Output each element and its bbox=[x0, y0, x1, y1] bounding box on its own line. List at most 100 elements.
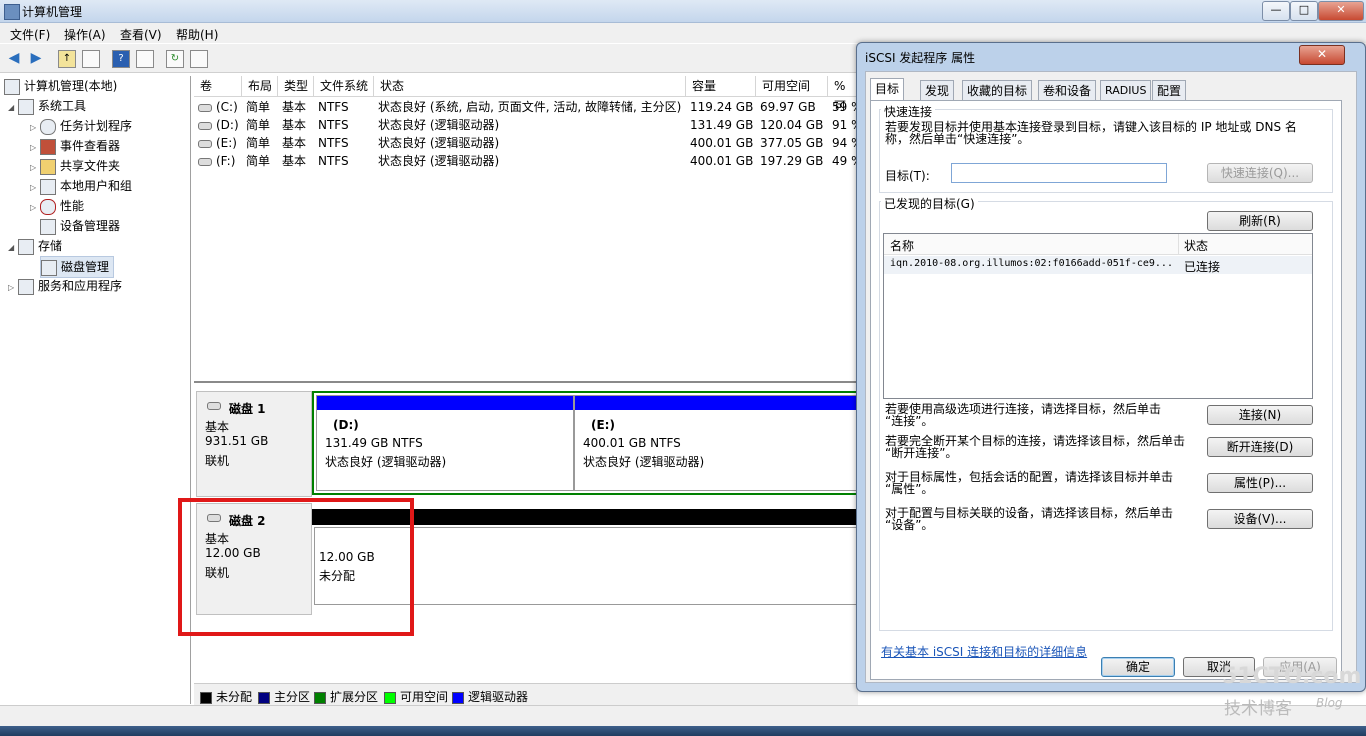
quick-connect-button[interactable]: 快速连接(Q)... bbox=[1207, 163, 1313, 183]
forward-arrow-icon[interactable]: ▶ bbox=[28, 50, 44, 66]
back-arrow-icon[interactable]: ◀ bbox=[6, 50, 22, 66]
close-button[interactable]: ✕ bbox=[1318, 1, 1364, 21]
column-header-name[interactable]: 名称 bbox=[890, 237, 914, 254]
status-cell: 状态良好 (逻辑驱动器) bbox=[378, 152, 686, 170]
menu-action[interactable]: 操作(A) bbox=[64, 26, 106, 43]
devices-button[interactable]: 设备(V)... bbox=[1207, 509, 1313, 529]
cell-text: 400.01 GB bbox=[690, 136, 754, 150]
column-header-percent-free[interactable]: % 可 bbox=[828, 76, 858, 113]
column-header-capacity[interactable]: 容量 bbox=[686, 76, 756, 96]
column-header-layout[interactable]: 布局 bbox=[242, 76, 278, 96]
tree-item-performance[interactable]: ▷ 性能 bbox=[30, 196, 84, 216]
tree-item-services[interactable]: ▷ 服务和应用程序 bbox=[8, 276, 122, 296]
volume-row[interactable]: (D:) 简单 基本 NTFS 状态良好 (逻辑驱动器) 131.49 GB 120.04 … bbox=[194, 116, 858, 134]
tree-item-storage[interactable]: ◢ 存储 bbox=[8, 236, 62, 256]
cell-text: 基本 bbox=[282, 100, 307, 114]
collapsed-arrow-icon[interactable]: ▷ bbox=[30, 158, 40, 178]
cell-text: 基本 bbox=[282, 154, 307, 168]
tree-label: 任务计划程序 bbox=[60, 119, 133, 133]
tree-item-device-manager[interactable]: 设备管理器 bbox=[40, 216, 120, 236]
dialog-close-button[interactable]: ✕ bbox=[1299, 45, 1345, 65]
cell-text: NTFS bbox=[318, 136, 349, 150]
column-header-type[interactable]: 类型 bbox=[278, 76, 314, 96]
filesystem-cell: NTFS bbox=[318, 152, 374, 170]
disk-icon bbox=[207, 402, 221, 410]
disk1-header[interactable]: 磁盘 1 基本 931.51 GB 联机 bbox=[196, 391, 312, 497]
type-cell: 基本 bbox=[282, 152, 314, 170]
expanded-arrow-icon[interactable]: ◢ bbox=[8, 238, 18, 258]
tree-item-local-users[interactable]: ▷ 本地用户和组 bbox=[30, 176, 132, 196]
cell-text: 简单 bbox=[246, 136, 271, 150]
tools-icon bbox=[18, 98, 34, 115]
tab-favorite-targets[interactable]: 收藏的目标 bbox=[962, 80, 1033, 101]
iscsi-properties-dialog: iSCSI 发起程序 属性 ✕ 目标 发现 收藏的目标 卷和设备 RADIUS … bbox=[856, 42, 1366, 692]
tree-item-root[interactable]: 计算机管理(本地) bbox=[4, 76, 117, 96]
target-input[interactable] bbox=[951, 163, 1167, 183]
menu-help[interactable]: 帮助(H) bbox=[176, 26, 218, 43]
tree-item-shared-folders[interactable]: ▷ 共享文件夹 bbox=[30, 156, 120, 176]
refresh-icon[interactable]: ↻ bbox=[166, 50, 184, 68]
tree-label: 事件查看器 bbox=[60, 139, 121, 153]
connect-button[interactable]: 连接(N) bbox=[1207, 405, 1313, 425]
legend-label: 可用空间 bbox=[400, 690, 449, 704]
minimize-button[interactable]: — bbox=[1262, 1, 1290, 21]
cell-text: NTFS bbox=[318, 154, 349, 168]
tree-item-system-tools[interactable]: ◢ 系统工具 bbox=[8, 96, 86, 116]
properties-icon[interactable] bbox=[136, 50, 154, 68]
volume-row[interactable]: (C:) 简单 基本 NTFS 状态良好 (系统, 启动, 页面文件, 活动, 故障转储… bbox=[194, 98, 858, 116]
logical-drive-bar bbox=[317, 396, 573, 410]
refresh-button[interactable]: 刷新(R) bbox=[1207, 211, 1313, 231]
partition-d-label: (D:) bbox=[333, 418, 359, 432]
column-header-filesystem[interactable]: 文件系统 bbox=[314, 76, 374, 96]
menu-file[interactable]: 文件(F) bbox=[10, 26, 50, 43]
tree-item-disk-management[interactable]: 磁盘管理 bbox=[40, 256, 115, 278]
column-header-status[interactable]: 状态 bbox=[1184, 237, 1208, 254]
show-hide-tree-icon[interactable] bbox=[82, 50, 100, 68]
help-icon[interactable]: ? bbox=[112, 50, 130, 68]
expanded-arrow-icon[interactable]: ◢ bbox=[8, 98, 18, 118]
volume-row[interactable]: (E:) 简单 基本 NTFS 状态良好 (逻辑驱动器) 400.01 GB 377.05 … bbox=[194, 134, 858, 152]
menu-bar: 文件(F) 操作(A) 查看(V) 帮助(H) bbox=[0, 23, 1366, 43]
tab-volumes-devices[interactable]: 卷和设备 bbox=[1038, 80, 1097, 101]
logical-drive-bar bbox=[575, 396, 863, 410]
cell-text: 131.49 GB bbox=[690, 118, 754, 132]
column-header-free[interactable]: 可用空间 bbox=[756, 76, 828, 96]
column-header-status[interactable]: 状态 bbox=[374, 76, 686, 96]
target-row[interactable]: iqn.2010-08.org.illumos:02:f0166add-051f… bbox=[884, 256, 1312, 274]
cell-text: (E:) bbox=[216, 136, 237, 150]
legend-label: 主分区 bbox=[274, 690, 311, 704]
volume-row[interactable]: (F:) 简单 基本 NTFS 状态良好 (逻辑驱动器) 400.01 GB 197.29 … bbox=[194, 152, 858, 170]
tree-item-event-viewer[interactable]: ▷ 事件查看器 bbox=[30, 136, 120, 156]
tree-label: 计算机管理(本地) bbox=[24, 79, 118, 93]
up-folder-icon[interactable]: ↑ bbox=[58, 50, 76, 68]
tab-radius[interactable]: RADIUS bbox=[1100, 80, 1152, 101]
ok-button[interactable]: 确定 bbox=[1101, 657, 1175, 677]
partition-e[interactable]: (E:) 400.01 GB NTFS 状态良好 (逻辑驱动器) bbox=[574, 395, 863, 491]
collapsed-arrow-icon[interactable]: ▷ bbox=[8, 278, 18, 298]
collapsed-arrow-icon[interactable]: ▷ bbox=[30, 198, 40, 218]
partition-d-status: 状态良好 (逻辑驱动器) bbox=[325, 455, 447, 469]
collapsed-arrow-icon[interactable]: ▷ bbox=[30, 178, 40, 198]
collapsed-arrow-icon[interactable]: ▷ bbox=[30, 138, 40, 158]
column-header-volume[interactable]: 卷 bbox=[194, 76, 242, 96]
window-title: 计算机管理 bbox=[22, 5, 83, 19]
tree-item-task-scheduler[interactable]: ▷ 任务计划程序 bbox=[30, 116, 132, 136]
properties-button[interactable]: 属性(P)... bbox=[1207, 473, 1313, 493]
services-icon bbox=[18, 278, 34, 295]
maximize-button[interactable]: □ bbox=[1290, 1, 1318, 21]
watermark-blog: Blog bbox=[1316, 696, 1343, 710]
tab-targets[interactable]: 目标 bbox=[870, 78, 905, 101]
export-list-icon[interactable] bbox=[190, 50, 208, 68]
cell-text: (C:) bbox=[216, 100, 238, 114]
targets-list: 名称 状态 iqn.2010-08.org.illumos:02:f0166ad… bbox=[883, 233, 1313, 399]
tab-discovery[interactable]: 发现 bbox=[920, 80, 955, 101]
drive-icon bbox=[198, 121, 212, 130]
menu-view[interactable]: 查看(V) bbox=[120, 26, 162, 43]
target-label: 目标(T): bbox=[885, 169, 930, 183]
iscsi-help-link[interactable]: 有关基本 iSCSI 连接和目标的详细信息 bbox=[881, 643, 1087, 660]
partition-d[interactable]: (D:) 131.49 GB NTFS 状态良好 (逻辑驱动器) bbox=[316, 395, 574, 491]
collapsed-arrow-icon[interactable]: ▷ bbox=[30, 118, 40, 138]
cell-text: 基本 bbox=[282, 118, 307, 132]
disconnect-button[interactable]: 断开连接(D) bbox=[1207, 437, 1313, 457]
tab-configuration[interactable]: 配置 bbox=[1152, 80, 1187, 101]
